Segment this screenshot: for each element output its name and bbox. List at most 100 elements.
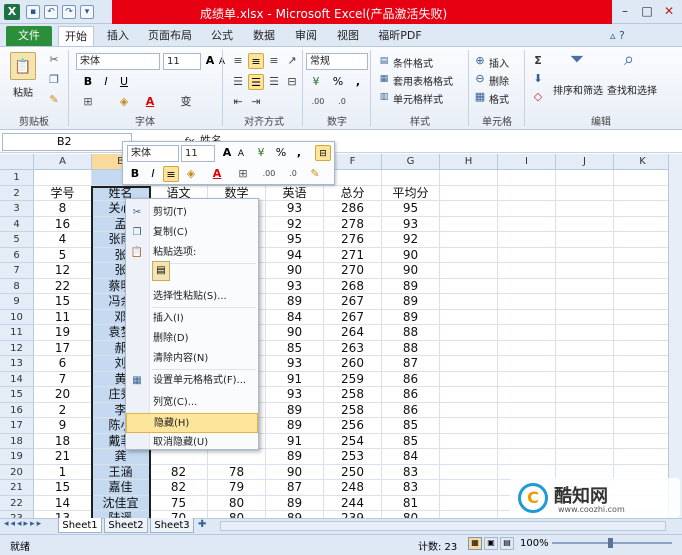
tab-file[interactable]: 文件 [6,26,52,46]
normal-view-icon[interactable]: ▦ [468,537,482,550]
cell[interactable] [440,294,498,310]
cell[interactable]: 81 [382,495,440,511]
currency-icon[interactable]: ¥ [308,74,324,90]
cell[interactable]: 260 [324,356,382,372]
cell[interactable]: 250 [324,464,382,480]
cell[interactable]: 92 [382,232,440,248]
cell[interactable]: 93 [266,278,324,294]
cell[interactable] [614,418,668,434]
cell[interactable] [440,418,498,434]
increase-decimal-icon[interactable]: .00 [308,94,328,110]
row-header[interactable]: 15 [0,387,34,403]
tab-foxit-pdf[interactable]: 福昕PDF [372,26,428,46]
mini-merge-icon[interactable]: ⊟ [315,145,331,161]
cell[interactable]: 259 [324,371,382,387]
cell[interactable]: 253 [324,449,382,465]
cell[interactable]: 256 [324,418,382,434]
cell[interactable]: 93 [382,216,440,232]
cell[interactable]: 嘉佳 [92,480,150,496]
cell[interactable] [614,263,668,279]
cell[interactable]: 82 [150,480,208,496]
cell[interactable] [34,170,92,186]
cell[interactable] [556,278,614,294]
cell[interactable] [556,402,614,418]
cell[interactable] [556,170,614,186]
cell[interactable] [498,170,556,186]
cell[interactable]: 平均分 [382,185,440,201]
cell[interactable] [440,464,498,480]
cell[interactable]: 92 [266,216,324,232]
tab-formulas[interactable]: 公式 [204,26,240,46]
cell[interactable]: 267 [324,294,382,310]
cell[interactable]: 88 [382,325,440,341]
cell[interactable] [440,216,498,232]
context-menu-item[interactable]: 列宽(C)... [126,393,258,413]
redo-icon[interactable]: ↷ [62,5,76,19]
cell[interactable] [440,480,498,496]
cell[interactable] [614,201,668,217]
mini-percent-icon[interactable]: % [273,145,289,161]
font-name-combo[interactable]: 宋体 [76,53,160,70]
page-layout-view-icon[interactable]: ▣ [484,537,498,550]
cell[interactable] [556,387,614,403]
delete-cells-button[interactable]: 删除 [489,73,509,88]
row-header[interactable]: 2 [0,185,34,201]
cell[interactable] [440,170,498,186]
cell[interactable] [498,325,556,341]
find-select-button[interactable]: 查找和选择 [607,82,657,97]
format-as-table-button[interactable]: 套用表格格式 [393,73,453,88]
cell[interactable] [498,232,556,248]
cell[interactable]: 15 [34,294,92,310]
cell[interactable] [440,402,498,418]
cell[interactable] [440,495,498,511]
format-as-table-icon[interactable]: ▦ [376,71,392,87]
fill-color-icon[interactable]: ◈ [116,94,132,110]
cell[interactable] [556,340,614,356]
cell[interactable]: 258 [324,387,382,403]
cell[interactable]: 278 [324,216,382,232]
mini-font-combo[interactable]: 宋体 [127,145,179,162]
close-icon[interactable]: ✕ [658,2,680,20]
format-cells-icon[interactable]: ▦ [472,89,488,105]
format-button[interactable]: 格式 [489,91,509,106]
cell[interactable]: 89 [266,449,324,465]
align-top-icon[interactable]: ≡ [230,53,246,69]
sheet-tab-1[interactable]: Sheet1 [58,518,102,533]
cell[interactable]: 271 [324,247,382,263]
context-menu-item[interactable]: 隐藏(H) [126,413,258,433]
cell[interactable]: 93 [266,356,324,372]
cell[interactable]: 13 [34,511,92,518]
cell[interactable]: 75 [150,495,208,511]
align-middle-icon[interactable]: ≡ [248,53,264,69]
cell[interactable] [556,449,614,465]
cell[interactable]: 5 [34,247,92,263]
save-icon[interactable]: ▪ [26,5,40,19]
maximize-icon[interactable]: □ [636,2,658,20]
cell[interactable] [614,279,668,294]
delete-cells-icon[interactable]: ⊖ [472,71,488,87]
insert-sheet-icon[interactable]: ✚ [198,519,214,532]
cell[interactable] [498,309,556,325]
align-right-icon[interactable]: ☰ [266,74,282,90]
mini-fill-color-icon[interactable]: ◈ [183,166,199,182]
ribbon-collapse-icon[interactable]: ▵ ? [610,29,625,42]
cell[interactable]: 80 [208,495,266,511]
tab-view[interactable]: 视图 [330,26,366,46]
cell[interactable] [556,433,614,449]
cell[interactable]: 270 [324,263,382,279]
cell[interactable]: 89 [266,511,324,518]
cell[interactable]: 263 [324,340,382,356]
autosum-icon[interactable]: Σ [530,53,546,69]
cell[interactable]: 90 [266,325,324,341]
cell[interactable]: 94 [266,247,324,263]
mini-format-painter-icon[interactable]: ✎ [307,166,323,182]
cell[interactable] [556,371,614,387]
cell[interactable]: 21 [34,449,92,465]
cell-styles-icon[interactable]: ▥ [376,89,392,105]
row-header[interactable]: 16 [0,402,34,418]
cell[interactable]: 18 [34,433,92,449]
cell[interactable]: 12 [34,263,92,279]
cell[interactable] [498,449,556,465]
cell[interactable]: 254 [324,433,382,449]
cell[interactable]: 264 [324,325,382,341]
